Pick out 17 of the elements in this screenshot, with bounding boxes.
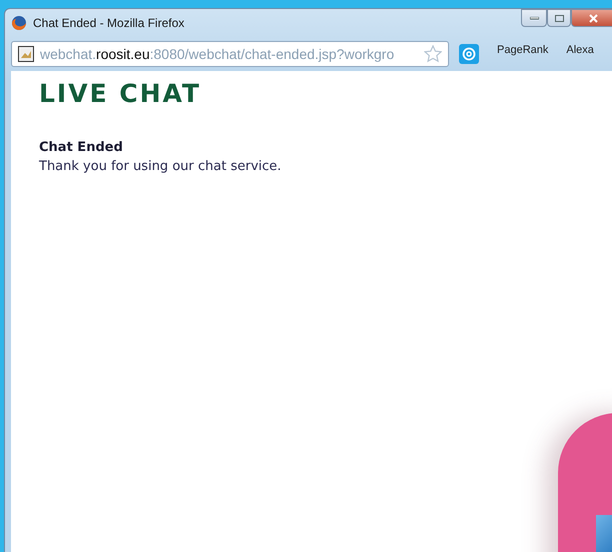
close-button[interactable]	[571, 9, 612, 27]
url-text: webchat.roosit.eu:8080/webchat/chat-ended.jsp?workgro	[40, 46, 394, 62]
close-icon	[588, 14, 598, 22]
logo: LIVE CHAT	[39, 79, 202, 108]
page-heading: Chat Ended	[39, 140, 124, 155]
maximize-icon	[554, 14, 564, 22]
star-icon[interactable]	[424, 45, 442, 63]
address-bar[interactable]: webchat.roosit.eu:8080/webchat/chat-ended.jsp?workgro	[11, 41, 449, 67]
site-icon	[18, 46, 34, 62]
window-title: Chat Ended - Mozilla Firefox	[33, 16, 184, 30]
toolbar-link[interactable]: Alexa	[566, 44, 594, 56]
message-text: Thank you for using our chat service.	[39, 159, 282, 174]
minimize-button[interactable]	[521, 9, 547, 27]
toolbar-link[interactable]: PageRank	[497, 44, 548, 56]
maximize-button[interactable]	[547, 9, 571, 27]
firefox-icon	[11, 15, 27, 31]
minimize-icon	[530, 16, 538, 20]
